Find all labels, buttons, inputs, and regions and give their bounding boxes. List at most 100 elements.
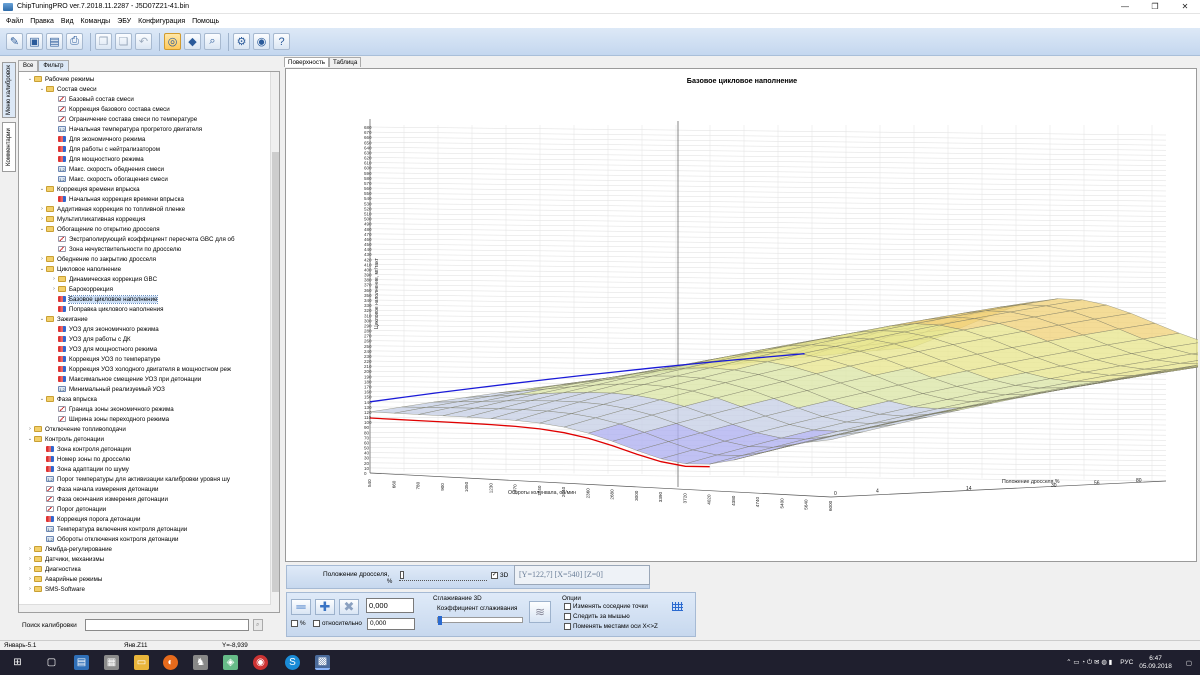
maximize-button[interactable]: ❐ bbox=[1140, 0, 1170, 14]
tab-all[interactable]: Все bbox=[18, 60, 39, 71]
tree-item[interactable]: Экстраполирующий коэффициент пересчета G… bbox=[51, 234, 235, 244]
expand-icon[interactable]: › bbox=[51, 286, 57, 292]
tree-item[interactable]: ⌄ Состав смеси bbox=[39, 84, 97, 94]
tree-vertical-scrollbar[interactable] bbox=[270, 72, 279, 612]
tree-item[interactable]: Максимальное смещение УОЗ при детонации bbox=[51, 374, 201, 384]
expand-icon[interactable]: › bbox=[27, 586, 33, 592]
tree-item[interactable]: ⌄ Фаза впрыска bbox=[39, 394, 97, 404]
tree-item[interactable]: Фаза окончания измерения детонации bbox=[39, 494, 168, 504]
tree-item[interactable]: › Лямбда-регулирование bbox=[27, 544, 112, 554]
tree-item[interactable]: › Диагностика bbox=[27, 564, 81, 574]
app7-icon[interactable]: ◈ bbox=[223, 655, 238, 670]
relative-value-input[interactable]: 0,000 bbox=[367, 618, 415, 630]
close-button[interactable]: ✕ bbox=[1170, 0, 1200, 14]
tree-item[interactable]: Для экономичного режима bbox=[51, 134, 145, 144]
option-swap-axes[interactable]: Поменять местами оси X<>Z bbox=[564, 623, 658, 630]
option-follow-mouse[interactable]: Следить за мышью bbox=[564, 613, 630, 620]
tree-item[interactable]: Зона адаптации по шуму bbox=[39, 464, 129, 474]
tree-item[interactable]: › Мультипликативная коррекция bbox=[39, 214, 145, 224]
menu-edit[interactable]: Правка bbox=[30, 18, 54, 25]
save-as-icon[interactable]: ▤ bbox=[46, 33, 63, 50]
tree-horizontal-scrollbar[interactable] bbox=[19, 604, 271, 612]
tree-item[interactable]: Коррекция базового состава смеси bbox=[51, 104, 170, 114]
expand-icon[interactable]: › bbox=[51, 276, 57, 282]
tree-item[interactable]: Коррекция УОЗ холодного двигателя в мощн… bbox=[51, 364, 231, 374]
percent-checkbox[interactable]: % bbox=[291, 620, 306, 627]
compare-icon[interactable]: ◆ bbox=[184, 33, 201, 50]
collapse-icon[interactable]: ⌄ bbox=[27, 76, 33, 82]
help-icon[interactable]: ? bbox=[273, 33, 290, 50]
checkbox-3d-box[interactable]: ✓ bbox=[491, 572, 498, 579]
tree-item[interactable]: › Аварийные режимы bbox=[27, 574, 102, 584]
smooth-apply-icon[interactable]: ≋ bbox=[529, 601, 551, 623]
throttle-slider[interactable] bbox=[399, 573, 487, 581]
tree-item[interactable]: Ширина зоны переходного режима bbox=[51, 414, 169, 424]
collapse-icon[interactable]: ⌄ bbox=[27, 436, 33, 442]
expand-icon[interactable]: › bbox=[27, 576, 33, 582]
set-value-button[interactable]: ═ bbox=[291, 599, 311, 615]
tree-item[interactable]: Фаза начала измерения детонации bbox=[39, 484, 158, 494]
multiply-value-button[interactable]: ✖ bbox=[339, 599, 359, 615]
clock[interactable]: 6:47 05.09.2018 bbox=[1139, 655, 1172, 671]
menu-file[interactable]: Файл bbox=[6, 18, 23, 25]
menu-ecu[interactable]: ЭБУ bbox=[117, 18, 131, 25]
app6-icon[interactable]: ♞ bbox=[193, 655, 208, 670]
open-icon[interactable]: ✎ bbox=[6, 33, 23, 50]
checkbox-3d[interactable]: ✓ 3D bbox=[491, 572, 508, 579]
tree-item[interactable]: Поправка циклового наполнения bbox=[51, 304, 163, 314]
tree-item[interactable]: Базовое цикловое наполнение bbox=[51, 294, 159, 304]
chiptuning-taskbar-icon[interactable]: ▩ bbox=[315, 655, 330, 670]
menu-commands[interactable]: Команды bbox=[81, 18, 111, 25]
tree-item[interactable]: 1.2 Макс. скорость обогащения смеси bbox=[51, 174, 168, 184]
tree-item[interactable]: Начальная коррекция времени впрыска bbox=[51, 194, 184, 204]
tree-item[interactable]: › SMS-Software bbox=[27, 584, 85, 594]
search-icon[interactable]: ⌕ bbox=[204, 33, 221, 50]
tree-item[interactable]: ⌄ Обогащение по открытию дросселя bbox=[39, 224, 160, 234]
tree-item[interactable]: › Отключение топливоподачи bbox=[27, 424, 126, 434]
scroll-thumb[interactable] bbox=[272, 152, 279, 592]
explorer-icon[interactable]: ▭ bbox=[134, 655, 149, 670]
tree-item[interactable]: ⌄ Рабочие режимы bbox=[27, 74, 94, 84]
save-icon[interactable]: ▣ bbox=[26, 33, 43, 50]
tree-item[interactable]: ⌄ Цикловое наполнение bbox=[39, 264, 121, 274]
smoothing-slider[interactable] bbox=[437, 616, 523, 625]
tree-item[interactable]: Ограничение состава смеси по температуре bbox=[51, 114, 197, 124]
windows-start-icon[interactable]: ⊞ bbox=[10, 655, 25, 670]
tree-item[interactable]: Граница зоны экономичного режима bbox=[51, 404, 174, 414]
tree-item[interactable]: Номер зоны по дросселю bbox=[39, 454, 130, 464]
tree-item[interactable]: Зона контроля детонации bbox=[39, 444, 131, 454]
skype-icon[interactable]: S bbox=[285, 655, 300, 670]
tree-item[interactable]: Для работы с нейтрализатором bbox=[51, 144, 160, 154]
excel-icon[interactable]: ▤ bbox=[74, 655, 89, 670]
tab-surface[interactable]: Поверхность bbox=[284, 57, 330, 67]
language-indicator[interactable]: РУС bbox=[1120, 659, 1133, 666]
tab-table[interactable]: Таблица bbox=[329, 57, 362, 67]
notifications-icon[interactable]: ▢ bbox=[1186, 659, 1192, 667]
tree-item[interactable]: 1.2 Начальная температура прогретого двиг… bbox=[51, 124, 202, 134]
smoothing-slider-knob[interactable] bbox=[438, 616, 442, 625]
tree-item[interactable]: УОЗ для мощностного режима bbox=[51, 344, 157, 354]
search-button-icon[interactable]: ⌕ bbox=[252, 619, 263, 631]
tab-calibration-menu[interactable]: Меню калибровок bbox=[2, 62, 16, 118]
relative-checkbox[interactable]: относительно bbox=[313, 620, 362, 627]
tree-item[interactable]: › Обеднение по закрытию дросселя bbox=[39, 254, 156, 264]
copy-icon[interactable]: ❐ bbox=[95, 33, 112, 50]
option-neighbors-box[interactable] bbox=[564, 603, 571, 610]
menu-configuration[interactable]: Конфигурация bbox=[138, 18, 185, 25]
app8-icon[interactable]: ◉ bbox=[253, 655, 268, 670]
tree-item[interactable]: 1.2 Макс. скорость обеднения смеси bbox=[51, 164, 164, 174]
tree-item[interactable]: › Датчики, механизмы bbox=[27, 554, 104, 564]
expand-icon[interactable]: › bbox=[27, 566, 33, 572]
option-neighbors[interactable]: Изменять соседние точки bbox=[564, 603, 648, 610]
add-value-button[interactable]: ✚ bbox=[315, 599, 335, 615]
tree-item[interactable]: Базовый состав смеси bbox=[51, 94, 134, 104]
tree-item[interactable]: Порог детонации bbox=[39, 504, 106, 514]
relative-checkbox-box[interactable] bbox=[313, 620, 320, 627]
expand-icon[interactable]: › bbox=[39, 256, 45, 262]
calibration-view-icon[interactable]: ◎ bbox=[164, 33, 181, 50]
undo-icon[interactable]: ↶ bbox=[135, 33, 152, 50]
tree-item[interactable]: Коррекция УОЗ по температуре bbox=[51, 354, 160, 364]
firefox-icon[interactable]: ◐ bbox=[163, 655, 178, 670]
tab-filter[interactable]: Фильтр bbox=[38, 60, 69, 71]
collapse-icon[interactable]: ⌄ bbox=[39, 86, 45, 92]
